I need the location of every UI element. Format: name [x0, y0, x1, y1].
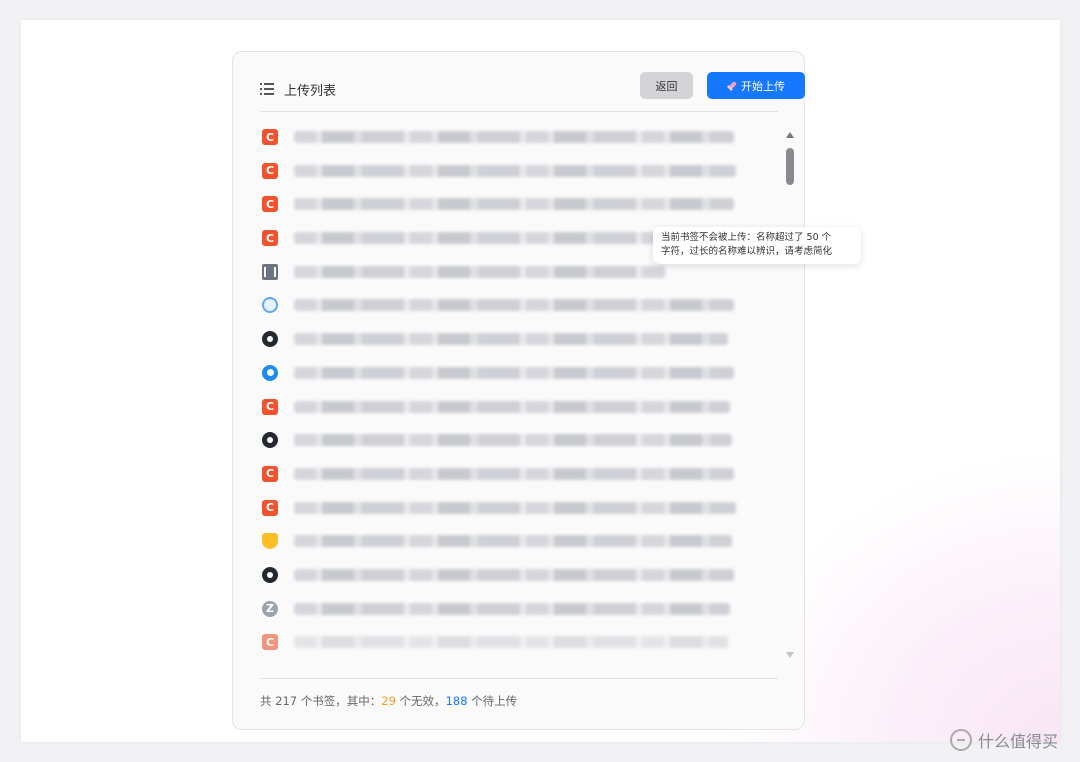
csdn-favicon-icon — [262, 196, 278, 213]
blurred-bookmark-title — [294, 299, 734, 312]
watermark: 什么值得买 — [950, 728, 1058, 752]
blurred-bookmark-title — [294, 636, 728, 649]
blurred-bookmark-title — [294, 265, 666, 278]
list-icon — [260, 83, 274, 95]
watermark-text: 什么值得买 — [978, 732, 1059, 751]
blurred-bookmark-title — [294, 467, 734, 480]
list-item[interactable] — [260, 493, 750, 527]
list-item[interactable] — [260, 156, 750, 190]
tooltip-line-1: 当前书签不会被上传：名称超过了 50 个 — [661, 232, 832, 243]
scrollbar-thumb[interactable] — [786, 148, 794, 185]
upload-list-card: 上传列表 返回 开始上传 当前书签不会被上传：名称超过了 50 个 字符，过长的… — [232, 51, 861, 730]
blurred-bookmark-title — [294, 164, 736, 177]
page-title: 上传列表 — [284, 83, 337, 99]
list-item[interactable] — [260, 189, 750, 223]
summary-footer: 共 217 个书签，其中：29 个无效，188 个待上传 — [260, 693, 517, 709]
github-favicon-icon — [262, 566, 278, 583]
csdn-favicon-icon — [262, 162, 278, 179]
list-item[interactable] — [260, 122, 750, 156]
book-favicon-icon — [262, 263, 278, 280]
start-upload-label: 开始上传 — [741, 79, 785, 93]
list-item[interactable] — [260, 324, 750, 358]
rocket-icon — [725, 78, 739, 92]
list-item[interactable] — [260, 425, 750, 459]
warning-tooltip: 当前书签不会被上传：名称超过了 50 个 字符，过长的名称难以辨识，请考虑简化 — [653, 227, 861, 264]
list-item[interactable] — [260, 627, 750, 661]
blurred-bookmark-title — [294, 568, 734, 581]
smzdm-logo-icon — [950, 729, 972, 751]
start-upload-button[interactable]: 开始上传 — [707, 72, 805, 99]
blurred-bookmark-title — [294, 535, 732, 548]
csdn-favicon-icon — [262, 634, 278, 651]
blurred-bookmark-title — [294, 501, 736, 514]
blurred-bookmark-title — [294, 400, 730, 413]
list-item[interactable] — [260, 594, 750, 628]
blurred-bookmark-title — [294, 198, 734, 211]
scroll-up-arrow-icon[interactable] — [786, 132, 794, 138]
pending-suffix: 个待上传 — [467, 694, 518, 708]
blue-circle-favicon-icon — [262, 364, 278, 381]
invalid-count: 29 — [381, 694, 396, 708]
csdn-favicon-icon — [262, 499, 278, 516]
list-item[interactable] — [260, 358, 750, 392]
csdn-favicon-icon — [262, 230, 278, 247]
z-favicon-icon — [262, 600, 278, 617]
footer-divider — [260, 678, 778, 679]
blurred-bookmark-title — [294, 366, 734, 379]
tooltip-line-2: 字符，过长的名称难以辨识，请考虑简化 — [661, 246, 833, 257]
blurred-bookmark-title — [294, 131, 734, 143]
scrollbar[interactable] — [785, 132, 797, 662]
bookmark-list[interactable] — [260, 122, 750, 662]
card-header: 上传列表 返回 开始上传 — [260, 72, 805, 112]
blurred-bookmark-title — [294, 333, 728, 346]
list-item[interactable] — [260, 560, 750, 594]
csdn-favicon-icon — [262, 398, 278, 415]
title-wrap: 上传列表 — [260, 76, 336, 102]
summary-prefix: 共 217 个书签，其中： — [260, 694, 382, 708]
csdn-favicon-icon — [262, 129, 278, 145]
github-favicon-icon — [262, 432, 278, 449]
csdn-favicon-icon — [262, 465, 278, 482]
back-button[interactable]: 返回 — [640, 72, 693, 99]
list-item[interactable] — [260, 459, 750, 493]
list-item[interactable] — [260, 526, 750, 560]
trophy-favicon-icon — [262, 533, 278, 550]
blurred-bookmark-title — [294, 232, 656, 245]
github-favicon-icon — [262, 331, 278, 348]
blurred-bookmark-title — [294, 434, 732, 447]
scroll-down-arrow-icon[interactable] — [786, 652, 794, 658]
list-item[interactable] — [260, 290, 750, 324]
pending-count: 188 — [445, 694, 468, 708]
globe-favicon-icon — [262, 297, 278, 314]
invalid-suffix: 个无效， — [395, 694, 446, 708]
blurred-bookmark-title — [294, 602, 730, 615]
list-item[interactable] — [260, 392, 750, 426]
